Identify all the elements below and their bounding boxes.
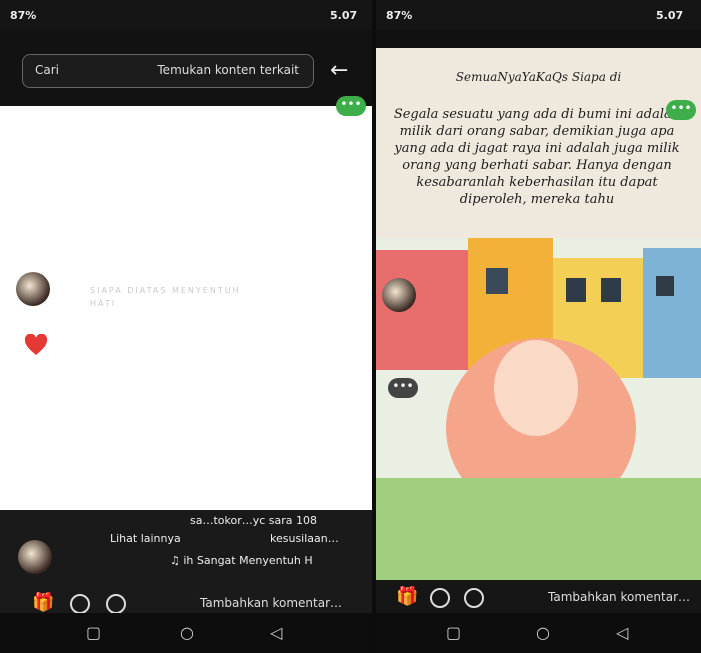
battery-indicator: 87% bbox=[10, 9, 37, 22]
mention-icon[interactable] bbox=[106, 594, 126, 614]
recents-icon[interactable]: ▢ bbox=[86, 623, 101, 642]
quote-title: SemuaNyaYaKaQs Siapa di bbox=[455, 70, 622, 84]
status-time: 5.07 bbox=[330, 9, 358, 22]
right-phone-screen: 87% 5.07 SemuaNyaYaKaQs Siapa di Segala … bbox=[376, 0, 701, 653]
creator-avatar[interactable] bbox=[382, 278, 416, 312]
search-input[interactable]: Cari Temukan konten terkait bbox=[22, 54, 314, 88]
more-options-icon[interactable]: ••• bbox=[666, 100, 696, 120]
comment-bar: 🎁 Tambahkan komentar… ▢ ○ ◁ bbox=[376, 580, 701, 653]
video-area[interactable]: SemuaNyaYaKaQs Siapa di Segala sesuatu y… bbox=[376, 48, 701, 580]
navigation-bar: ▢ ○ ◁ bbox=[0, 613, 372, 653]
status-time: 5.07 bbox=[656, 9, 684, 22]
chat-icon[interactable]: ••• bbox=[388, 378, 418, 398]
back-icon[interactable]: ◁ bbox=[270, 623, 282, 642]
more-options-icon[interactable]: ••• bbox=[336, 96, 366, 116]
mention-icon[interactable] bbox=[464, 588, 484, 608]
navigation-bar: ▢ ○ ◁ bbox=[376, 613, 701, 653]
like-heart-icon[interactable] bbox=[24, 334, 48, 356]
status-bar: 87% 5.07 bbox=[376, 0, 701, 30]
illustration-houses bbox=[376, 238, 701, 580]
overlay-text-line: HATI bbox=[90, 299, 117, 308]
music-disc-avatar[interactable] bbox=[18, 540, 52, 574]
comment-input[interactable]: Tambahkan komentar… bbox=[548, 590, 690, 604]
search-bar: Cari Temukan konten terkait ← bbox=[0, 30, 372, 106]
emoji-icon[interactable] bbox=[70, 594, 90, 614]
music-label[interactable]: ♫ ih Sangat Menyentuh H bbox=[170, 554, 313, 567]
emoji-icon[interactable] bbox=[430, 588, 450, 608]
comment-input[interactable]: Tambahkan komentar… bbox=[200, 596, 342, 610]
home-icon[interactable]: ○ bbox=[536, 623, 550, 642]
home-icon[interactable]: ○ bbox=[180, 623, 194, 642]
back-icon[interactable]: ◁ bbox=[616, 623, 628, 642]
see-more-link[interactable]: Lihat lainnya bbox=[110, 532, 181, 545]
search-button[interactable]: Cari bbox=[35, 63, 59, 77]
left-phone-screen: 87% 5.07 Cari Temukan konten terkait ← •… bbox=[0, 0, 372, 653]
search-placeholder: Temukan konten terkait bbox=[157, 63, 299, 77]
overlay-text-line: SIAPA DIATAS MENYENTUH bbox=[90, 286, 241, 295]
recents-icon[interactable]: ▢ bbox=[446, 623, 461, 642]
username-line: sa…tokor…yc sara 108 bbox=[190, 514, 318, 527]
quote-text: Segala sesuatu yang ada di bumi ini adal… bbox=[393, 107, 681, 207]
creator-avatar[interactable] bbox=[16, 272, 50, 306]
caption-text: kesusilaan… bbox=[270, 532, 339, 545]
gift-icon[interactable]: 🎁 bbox=[396, 586, 418, 607]
video-area[interactable]: ••• SIAPA DIATAS MENYENTUH HATI bbox=[0, 96, 372, 526]
battery-indicator: 87% bbox=[386, 9, 413, 22]
status-bar: 87% 5.07 bbox=[0, 0, 372, 30]
gift-icon[interactable]: 🎁 bbox=[32, 592, 54, 613]
caption-area: sa…tokor…yc sara 108 Lihat lainnya kesus… bbox=[0, 510, 372, 653]
back-arrow-icon[interactable]: ← bbox=[330, 58, 348, 83]
